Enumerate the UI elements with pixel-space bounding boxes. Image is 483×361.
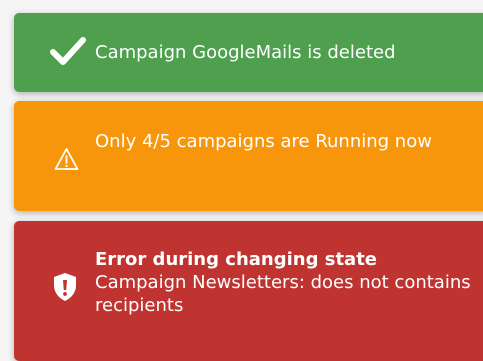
error-notification[interactable]: Error during changing state Campaign New…	[14, 221, 483, 361]
shield-exclamation-icon	[54, 273, 76, 301]
error-message: Campaign Newsletters: does not contains …	[95, 272, 471, 316]
warning-triangle-icon	[54, 148, 79, 170]
success-message: Campaign GoogleMails is deleted	[95, 42, 396, 63]
checkmark-icon	[50, 37, 86, 65]
error-text: Error during changing state Campaign New…	[95, 248, 481, 317]
warning-message: Only 4/5 campaigns are Running now	[95, 131, 432, 152]
success-notification[interactable]: Campaign GoogleMails is deleted	[14, 13, 483, 92]
warning-notification[interactable]: Only 4/5 campaigns are Running now	[14, 101, 483, 211]
error-title: Error during changing state	[95, 249, 378, 270]
